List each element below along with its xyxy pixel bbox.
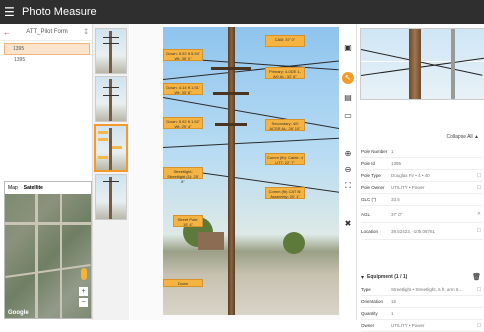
- left-panel: ← ATT_Pilot Form ↧ 1395 1395 Map Satelli…: [0, 24, 93, 320]
- equipment-title: Equipment (1 / 1): [367, 274, 408, 280]
- measurement-label[interactable]: Comm (fb): Cable: 4 UTT: 22' 7": [265, 153, 305, 165]
- field-row[interactable]: Pole Type Douglas Fir • 4 • 40 ☐: [361, 170, 483, 182]
- map-attribution: Google: [8, 310, 29, 316]
- field-value[interactable]: 39.52423, -105.08761: [391, 229, 475, 234]
- field-row[interactable]: AGL 37' 0" ✕: [361, 206, 483, 223]
- list-item[interactable]: 1395: [0, 55, 92, 65]
- field-row[interactable]: GLC (") 33.5: [361, 194, 483, 206]
- collapse-all-button[interactable]: Collapse All ▲: [447, 134, 479, 140]
- field-row[interactable]: Pole Owner UTILITY • Power ☐: [361, 182, 483, 194]
- dropdown-icon[interactable]: ☐: [475, 287, 483, 293]
- measurement-label[interactable]: Streetlight: Streetlight (1): 25' 8": [163, 167, 203, 184]
- measurement-label[interactable]: Down: 5.92 ft 1.52' Wt: 29' 4": [163, 117, 203, 129]
- fit-screen-icon[interactable]: ⛶: [342, 180, 354, 192]
- photo-thumbnail[interactable]: [95, 28, 127, 74]
- list-item[interactable]: 1395: [4, 43, 90, 55]
- measurement-label[interactable]: CAB: 37' 0": [265, 35, 305, 47]
- field-value[interactable]: 33.5: [391, 197, 475, 202]
- field-label: Quantity: [361, 311, 378, 316]
- measurement-label[interactable]: Secondary: 4/0 ACSR AL: 26' 10": [265, 119, 305, 131]
- field-value[interactable]: Streetlight • Streetlight, 6 ft. arm 6..…: [391, 287, 475, 292]
- field-label: Type: [361, 287, 371, 292]
- field-label: Pole Owner: [361, 185, 385, 190]
- save-icon[interactable]: ▣: [342, 42, 354, 54]
- dropdown-icon[interactable]: ☐: [475, 185, 483, 191]
- field-value[interactable]: 37' 0": [391, 212, 475, 217]
- field-label: AGL: [361, 211, 371, 217]
- zoom-in-icon[interactable]: ⊕: [342, 148, 354, 160]
- location-edit-icon[interactable]: ☐: [475, 228, 483, 234]
- zoom-out-icon[interactable]: ⊖: [342, 164, 354, 176]
- expand-icon[interactable]: ▾: [361, 274, 364, 281]
- measurement-label[interactable]: Primary: 4-0DE 1-8/0 AL: 32' 6": [265, 67, 305, 79]
- field-label: Owner: [361, 323, 375, 328]
- field-label: Pole Id: [361, 161, 376, 166]
- pole-fields: Pole Number 1 Pole Id 1395 Pole Type Dougla…: [361, 146, 483, 240]
- list-icon[interactable]: ▤: [342, 92, 354, 104]
- field-row[interactable]: Type Streetlight • Streetlight, 6 ft. arm…: [361, 284, 483, 296]
- field-label: Orientation: [361, 299, 384, 304]
- map-type-tabs: Map Satellite: [5, 182, 91, 194]
- dropdown-icon[interactable]: ☐: [475, 323, 483, 329]
- field-row[interactable]: Owner UTILITY • Power ☐: [361, 320, 483, 332]
- zoom-out-button[interactable]: −: [79, 298, 88, 307]
- field-label: Pole Type: [361, 173, 381, 178]
- download-icon[interactable]: ↧: [80, 28, 92, 36]
- photo-thumbnail[interactable]: [95, 76, 127, 122]
- clear-icon[interactable]: ✕: [475, 211, 483, 217]
- equipment-section-header[interactable]: ▾ Equipment (1 / 1) 🗑: [361, 271, 481, 283]
- field-value[interactable]: UTILITY • Power: [391, 185, 475, 190]
- field-row[interactable]: Pole Id 1395: [361, 158, 483, 170]
- field-value[interactable]: 1: [391, 149, 475, 154]
- pole-photo[interactable]: Down: 5.92 ft 5.94' Wt: 35' 0" CAB: 37' …: [163, 27, 339, 315]
- field-row[interactable]: Pole Number 1: [361, 146, 483, 158]
- pointer-tool-icon[interactable]: ↖: [342, 72, 354, 84]
- field-value[interactable]: 1: [391, 311, 475, 316]
- details-panel: Collapse All ▲ Pole Number 1 Pole Id 1395 …: [356, 24, 484, 332]
- layers-icon[interactable]: ▭: [342, 110, 354, 122]
- measurement-label[interactable]: Down: 4.14 ft 1.51' Wt: 33' 8": [163, 83, 203, 95]
- photo-thumbnail-selected[interactable]: [94, 124, 128, 172]
- field-value[interactable]: Douglas Fir • 4 • 40: [391, 173, 475, 178]
- field-label: GLC ("): [361, 197, 377, 202]
- equipment-fields: Type Streetlight • Streetlight, 6 ft. arm…: [361, 284, 483, 332]
- dropdown-icon[interactable]: ☐: [475, 173, 483, 179]
- form-header: ← ATT_Pilot Form ↧: [0, 24, 92, 41]
- photo-canvas[interactable]: Down: 5.92 ft 5.94' Wt: 35' 0" CAB: 37' …: [130, 24, 340, 320]
- back-arrow-icon[interactable]: ←: [0, 28, 14, 37]
- measurement-label[interactable]: Street Pole: 15' 4": [173, 215, 203, 227]
- field-label: Location: [361, 228, 379, 234]
- photo-thumbnails: [93, 24, 129, 320]
- tab-map[interactable]: Map: [5, 182, 21, 194]
- measurement-label[interactable]: Comm (fb) CAT Ill: Assembly: 20' 1": [265, 187, 305, 199]
- tool-strip: ▣ ↖ ▤ ▭ ⊕ ⊖ ⛶ ✖: [340, 24, 356, 320]
- trash-icon[interactable]: 🗑: [472, 273, 481, 281]
- location-map[interactable]: Map Satellite + − Google: [4, 181, 92, 319]
- zoom-in-button[interactable]: +: [79, 287, 88, 296]
- app-title: Photo Measure: [22, 6, 97, 18]
- photo-thumbnail[interactable]: [95, 174, 127, 220]
- tab-satellite[interactable]: Satellite: [21, 182, 46, 194]
- measurement-label[interactable]: Down: 5.92 ft 5.94' Wt: 35' 0": [163, 49, 203, 61]
- street-view-pegman-icon[interactable]: [81, 268, 87, 280]
- field-row[interactable]: Quantity 1: [361, 308, 483, 320]
- field-label: Pole Number: [361, 149, 388, 154]
- collapse-all-label: Collapse All: [446, 134, 473, 140]
- field-value[interactable]: UTILITY • Power: [391, 323, 475, 328]
- delete-icon[interactable]: ✖: [342, 218, 354, 230]
- measurement-label[interactable]: Down: [163, 279, 203, 287]
- field-row[interactable]: Location 39.52423, -105.08761 ☐: [361, 223, 483, 240]
- field-value[interactable]: 1395: [391, 161, 475, 166]
- form-name: ATT_Pilot Form: [26, 29, 68, 35]
- zoom-preview: [360, 28, 484, 100]
- app-bar: ☰ Photo Measure: [0, 0, 484, 24]
- field-value[interactable]: 16: [391, 299, 475, 304]
- field-row[interactable]: Orientation 16: [361, 296, 483, 308]
- menu-icon[interactable]: ☰: [4, 5, 18, 19]
